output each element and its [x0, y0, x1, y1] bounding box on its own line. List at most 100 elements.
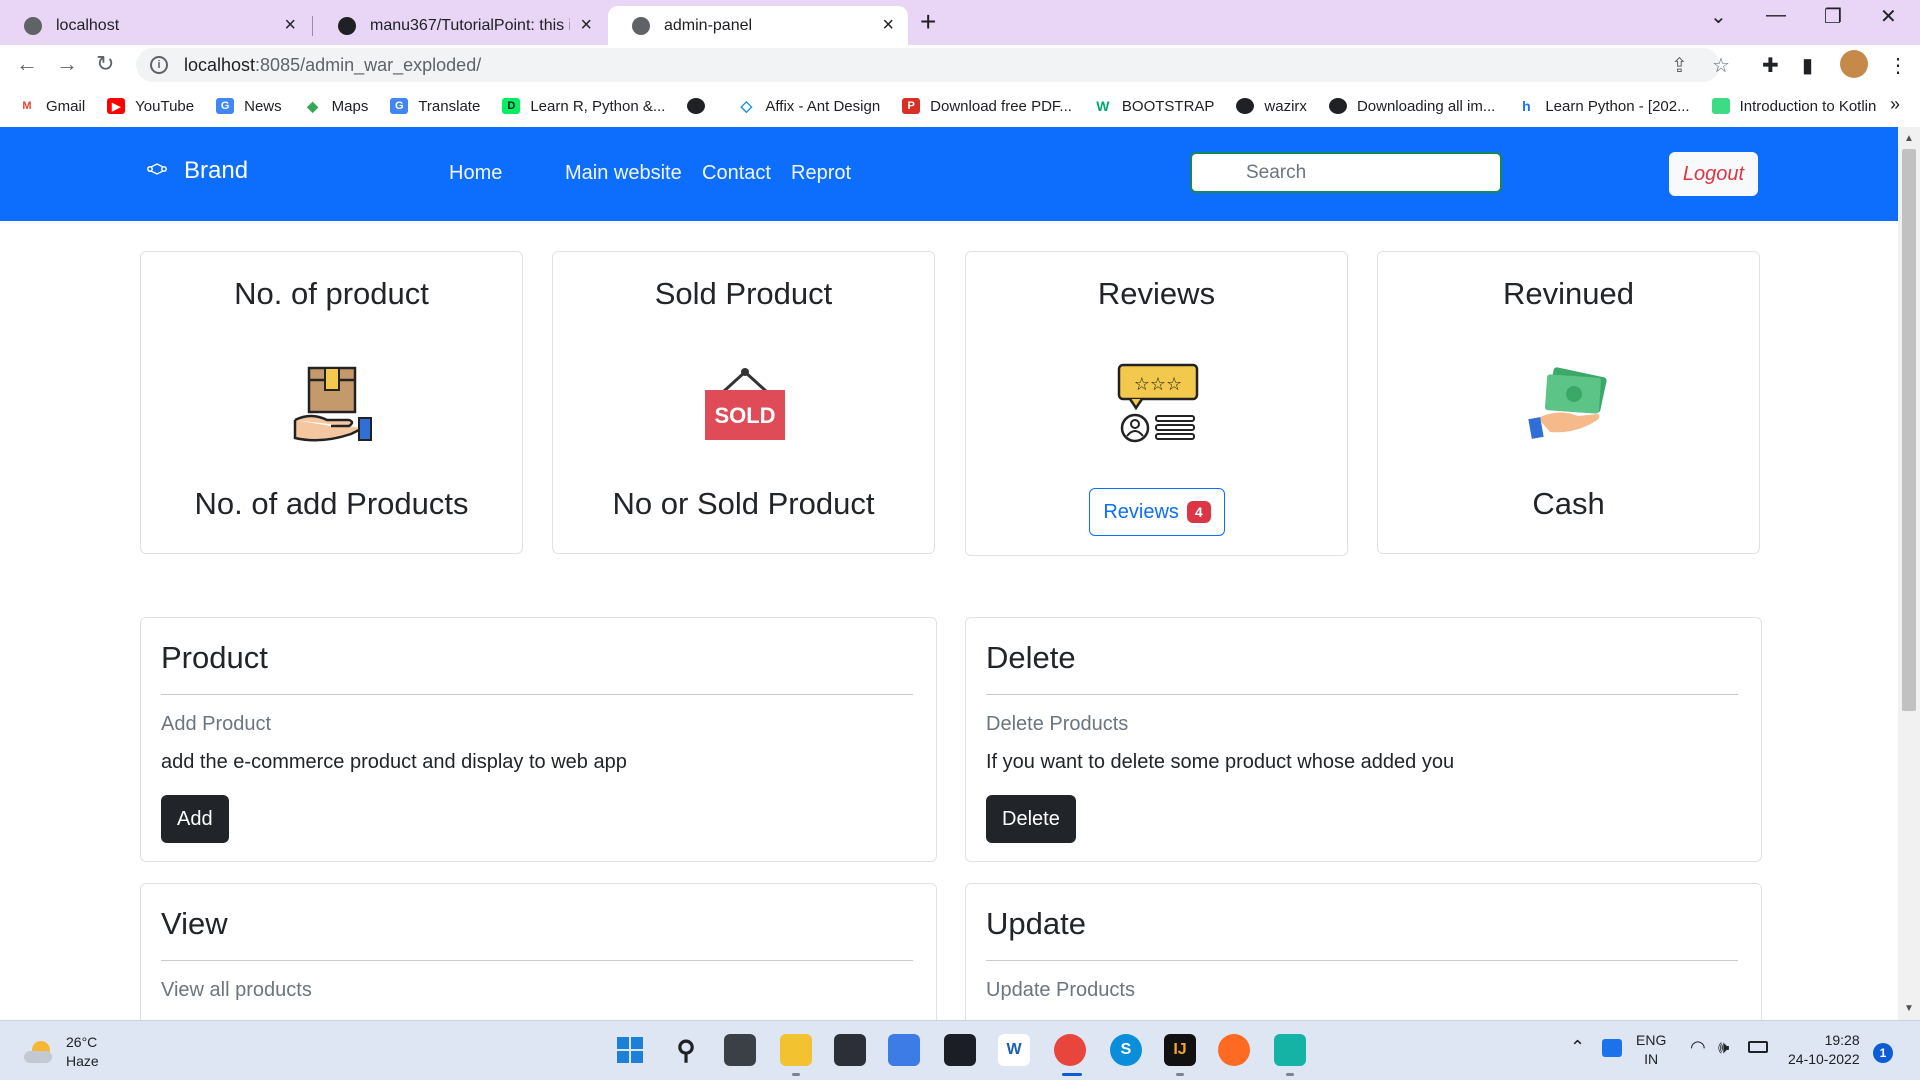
card-title: Revinued	[1503, 276, 1634, 311]
intellij-icon[interactable]: IJ	[1164, 1034, 1196, 1066]
page-scrollbar[interactable]: ▲ ▼	[1898, 127, 1920, 1020]
android-studio-icon[interactable]	[1274, 1034, 1306, 1066]
nav-contact[interactable]: Contact	[702, 162, 771, 185]
running-indicator	[1176, 1073, 1184, 1076]
nav-main-website[interactable]: Main website	[565, 162, 682, 185]
reviews-button[interactable]: Reviews 4	[1089, 488, 1225, 536]
bookmark-pdf[interactable]: P Download free PDF...	[902, 98, 1072, 115]
view-card: View View all products	[140, 883, 937, 1020]
restore-button[interactable]: ❐	[1824, 4, 1842, 29]
bookmark-downloading[interactable]: Downloading all im...	[1328, 97, 1496, 115]
bookmark-translate[interactable]: G Translate	[390, 98, 480, 115]
delete-button[interactable]: Delete	[986, 795, 1076, 843]
delete-card: Delete Delete Products If you want to de…	[965, 617, 1762, 862]
tab-search-icon[interactable]: ⌄	[1710, 4, 1727, 29]
word-icon[interactable]: W	[998, 1034, 1030, 1066]
bookmark-label: wazirx	[1264, 97, 1307, 115]
share-icon[interactable]: ⇪	[1671, 53, 1688, 78]
close-tab-icon[interactable]: ×	[882, 14, 894, 37]
notification-badge[interactable]: 1	[1873, 1043, 1893, 1063]
volume-icon[interactable]: 🕪	[1718, 1037, 1729, 1058]
nav-report[interactable]: Reprot	[791, 162, 851, 185]
bookmark-learn-python[interactable]: h Learn Python - [202...	[1517, 98, 1690, 115]
new-tab-button[interactable]: +	[920, 6, 936, 38]
chrome-icon[interactable]	[1054, 1034, 1086, 1066]
task-view-icon[interactable]	[724, 1034, 756, 1066]
system-tray[interactable]: ⌃	[1570, 1037, 1585, 1058]
scroll-up-icon[interactable]: ▲	[1904, 133, 1914, 144]
brand-logo-icon	[146, 162, 168, 181]
hackr-icon: h	[1517, 98, 1536, 114]
brand-link[interactable]: Brand	[146, 157, 248, 185]
bookmark-label: Download free PDF...	[930, 97, 1072, 115]
bookmark-kotlin[interactable]: Introduction to Kotlin	[1711, 98, 1876, 115]
nav-home[interactable]: Home	[449, 162, 502, 185]
bookmark-bootstrap[interactable]: W BOOTSTRAP	[1093, 98, 1214, 115]
bookmark-wazirx[interactable]: wazirx	[1236, 98, 1307, 115]
divider	[986, 960, 1738, 961]
scroll-down-icon[interactable]: ▼	[1904, 1003, 1914, 1014]
bookmark-star-icon[interactable]: ☆	[1712, 53, 1730, 78]
tab-github[interactable]: manu367/TutorialPoint: this is tut ×	[314, 6, 606, 45]
bookmark-label: YouTube	[135, 97, 195, 115]
firefox-icon[interactable]	[1218, 1034, 1250, 1066]
card-title: Delete	[986, 640, 1076, 675]
bookmark-maps[interactable]: ◆ Maps	[303, 98, 368, 115]
menu-icon[interactable]: ⋮	[1888, 53, 1908, 78]
cash-hand-icon	[1528, 367, 1607, 439]
tab-divider	[312, 16, 313, 36]
bookmark-globe[interactable]	[687, 98, 715, 114]
file-explorer-icon[interactable]	[780, 1034, 812, 1066]
card-title: No. of product	[234, 276, 429, 311]
bookmark-youtube[interactable]: ▶ YouTube	[107, 98, 194, 115]
start-icon[interactable]	[614, 1034, 646, 1066]
profile-avatar[interactable]	[1840, 50, 1868, 78]
clock[interactable]: 19:28 24-10-2022	[1788, 1031, 1860, 1069]
url-bar[interactable]: i localhost:8085/admin_war_exploded/	[136, 48, 1720, 82]
site-info-icon[interactable]: i	[150, 56, 168, 74]
battery-icon[interactable]	[1748, 1041, 1768, 1053]
bookmark-label: Gmail	[46, 97, 86, 115]
skype-icon[interactable]: S	[1110, 1034, 1142, 1066]
bookmark-news[interactable]: G News	[216, 98, 282, 115]
card-text: add the e-commerce product and display t…	[161, 751, 627, 773]
wifi-icon[interactable]: ◠	[1690, 1037, 1706, 1058]
bookmark-gmail[interactable]: M Gmail	[18, 98, 85, 115]
svg-text:☆☆☆: ☆☆☆	[1134, 374, 1182, 395]
bookmark-label: Downloading all im...	[1356, 97, 1496, 115]
back-icon[interactable]: ←	[16, 51, 38, 77]
reviews-count-badge: 4	[1186, 501, 1211, 523]
close-tab-icon[interactable]: ×	[580, 14, 592, 37]
divider	[161, 960, 913, 961]
add-button[interactable]: Add	[161, 795, 229, 843]
bookmark-datacamp[interactable]: D Learn R, Python &...	[502, 98, 665, 115]
search-input[interactable]	[1190, 152, 1502, 193]
tab-admin-panel[interactable]: admin-panel ×	[608, 6, 908, 45]
card-subtitle: Update Products	[986, 979, 1135, 1001]
close-window-button[interactable]: ✕	[1880, 4, 1897, 29]
extensions-icon[interactable]: ✚	[1762, 53, 1779, 78]
virtualbox-icon[interactable]	[888, 1034, 920, 1066]
weather-widget[interactable]: 26°C Haze	[24, 1033, 99, 1071]
logout-button[interactable]: Logout	[1669, 152, 1758, 196]
mysql-icon[interactable]	[944, 1034, 976, 1066]
side-panel-icon[interactable]: ▮	[1802, 53, 1813, 78]
mail-app-icon[interactable]	[834, 1034, 866, 1066]
time: 19:28	[1824, 1032, 1860, 1048]
bookmark-ant-design[interactable]: ◇ Affix - Ant Design	[737, 98, 880, 115]
globe-icon	[1328, 98, 1347, 114]
tab-localhost[interactable]: localhost ×	[0, 6, 310, 45]
divider	[161, 694, 913, 695]
date: 24-10-2022	[1788, 1051, 1860, 1067]
scroll-thumb[interactable]	[1902, 149, 1916, 711]
language-indicator[interactable]: ENG IN	[1636, 1031, 1666, 1069]
search-icon[interactable]: ⚲	[670, 1034, 702, 1066]
more-bookmarks-button[interactable]: »	[1890, 94, 1900, 115]
reload-icon[interactable]: ↻	[96, 51, 114, 77]
minimize-button[interactable]: —	[1766, 4, 1786, 27]
tray-app-icon[interactable]	[1602, 1039, 1622, 1057]
w3schools-icon: W	[1093, 98, 1112, 114]
forward-icon[interactable]: →	[56, 51, 78, 77]
divider	[986, 694, 1738, 695]
close-tab-icon[interactable]: ×	[284, 14, 296, 37]
